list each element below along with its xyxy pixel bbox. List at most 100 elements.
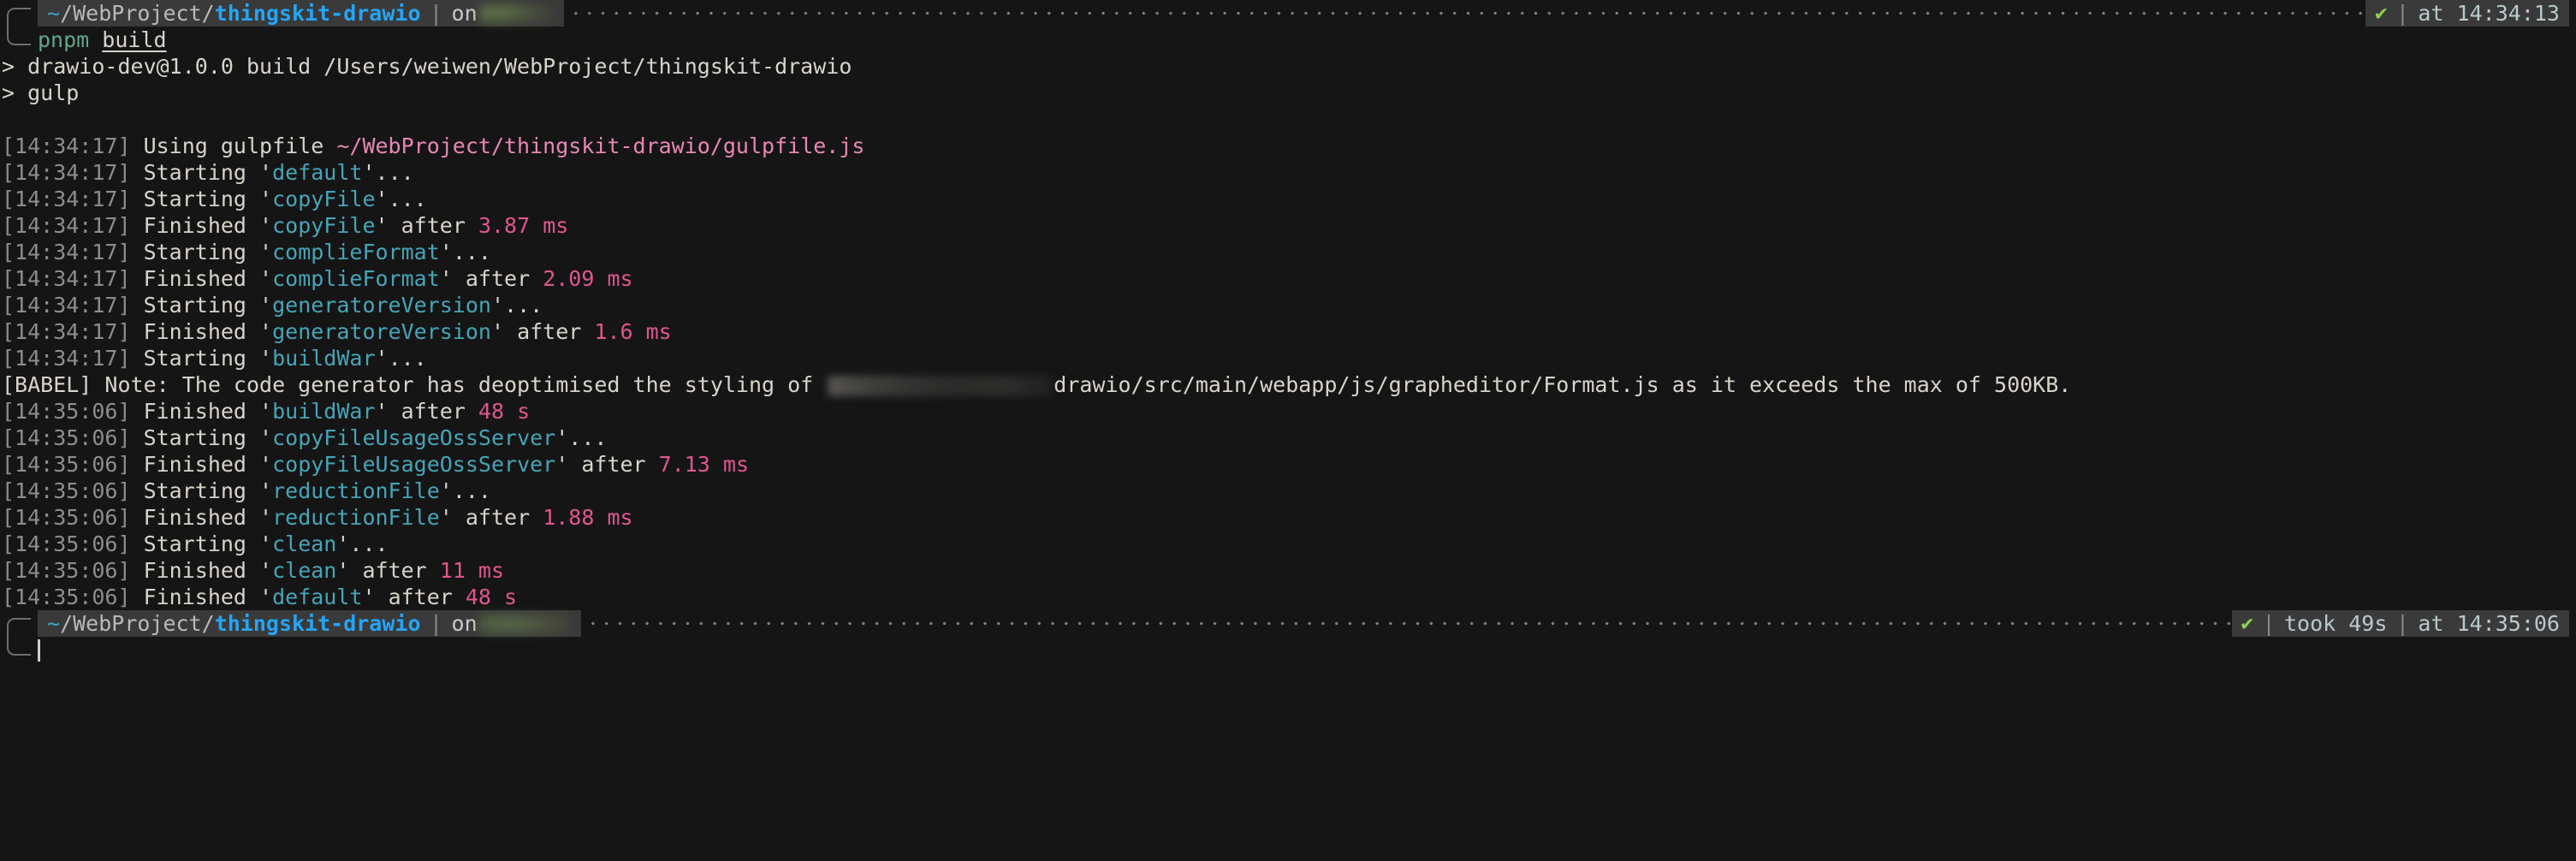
log-ellipsis: ... (388, 187, 427, 211)
prompt-path-prefix-bottom: /WebProject/ (60, 611, 215, 636)
log-after-label: after (452, 505, 543, 530)
prompt-status-group-top: ✔ | at 14:34:13 (2365, 0, 2569, 27)
quote-close: ' (336, 558, 350, 583)
prompt-on-label-bottom: on (451, 611, 478, 636)
log-label: Starting (130, 425, 260, 450)
log-timestamp: [14:34:17] (2, 266, 131, 291)
prompt-project-name-top: thingskit-drawio (214, 1, 421, 26)
gulpfile-path: ~/WebProject/thingskit-drawio/gulpfile.j… (336, 134, 865, 158)
log-ellipsis: ... (349, 531, 389, 556)
task-name: generatoreVersion (272, 293, 491, 318)
quote-close: ' (375, 399, 389, 424)
log-timestamp: [14:35:06] (2, 425, 131, 450)
git-branch-redacted-bottom (478, 612, 572, 635)
task-duration: 1.88 ms (543, 505, 633, 530)
log-ellipsis: ... (388, 346, 427, 371)
log-after-label: after (349, 558, 440, 583)
log-timestamp: [14:35:06] (2, 558, 131, 583)
log-after-label: after (568, 452, 659, 477)
quote-open: ' (259, 266, 273, 291)
quote-open: ' (259, 187, 273, 211)
quote-close: ' (375, 187, 389, 211)
prompt-status-icon-top: ✔ (2365, 0, 2397, 27)
log-timestamp: [14:35:06] (2, 531, 131, 556)
quote-open: ' (259, 425, 273, 450)
output-line: [14:34:17] Finished 'generatoreVersion' … (2, 318, 2576, 345)
task-name: generatoreVersion (272, 319, 491, 344)
prompt-status-divider-top: | (2395, 0, 2409, 27)
prompt-time-divider-bottom: | (2395, 610, 2409, 637)
output-line: [14:34:17] Using gulpfile ~/WebProject/t… (2, 133, 2576, 159)
output-line: > drawio-dev@1.0.0 build /Users/weiwen/W… (2, 53, 2576, 80)
output-line: [BABEL] Note: The code generator has deo… (2, 371, 2576, 398)
quote-close: ' (362, 585, 376, 609)
quote-close: ' (490, 293, 505, 318)
quote-open: ' (259, 293, 273, 318)
prompt-bottom-row: ~/WebProject/thingskit-drawio | on ✔ | t… (0, 610, 2576, 637)
babel-prefix: [BABEL] Note: The code generator has deo… (2, 372, 827, 397)
quote-open: ' (259, 319, 273, 344)
log-timestamp: [14:34:17] (2, 240, 131, 264)
quote-open: ' (259, 240, 273, 264)
log-after-label: after (452, 266, 543, 291)
task-name: complieFormat (272, 266, 440, 291)
quote-close: ' (439, 478, 453, 503)
log-label: Finished (130, 505, 260, 530)
log-timestamp: [14:34:17] (2, 213, 131, 238)
task-duration: 1.6 ms (594, 319, 672, 344)
prompt-time-bottom: 14:35:06 (2456, 611, 2560, 636)
log-label: Finished (130, 399, 260, 424)
prompt-at-label-bottom: at (2418, 611, 2444, 636)
task-name: reductionFile (272, 478, 440, 503)
log-label: Starting (130, 531, 260, 556)
quote-close: ' (336, 531, 350, 556)
log-label: Starting (130, 293, 260, 318)
log-label: Finished (130, 452, 260, 477)
quote-close: ' (555, 425, 569, 450)
log-after-label: after (504, 319, 595, 344)
log-label: Starting (130, 187, 260, 211)
quote-open: ' (259, 585, 273, 609)
log-ellipsis: ... (568, 425, 608, 450)
task-duration: 48 s (478, 399, 531, 424)
terminal-window: ~/WebProject/thingskit-drawio | on ✔ | a… (0, 0, 2576, 861)
prompt-time-segment-top: at 14:34:13 (2408, 0, 2569, 27)
output-line: [14:35:06] Finished 'reductionFile' afte… (2, 504, 2576, 531)
check-icon: ✔ (2374, 1, 2388, 25)
terminal-output: > drawio-dev@1.0.0 build /Users/weiwen/W… (0, 53, 2576, 610)
prompt-path-prefix-top: /WebProject/ (60, 1, 215, 26)
prompt-divider-top: | (429, 0, 443, 27)
output-line: [14:35:06] Finished 'default' after 48 s (2, 584, 2576, 610)
tilde-icon: ~ (47, 1, 61, 26)
log-label: Starting (130, 240, 260, 264)
log-label: Finished (130, 558, 260, 583)
output-line: [14:34:17] Starting 'complieFormat'... (2, 239, 2576, 265)
task-name: copyFileUsageOssServer (272, 425, 556, 450)
prompt-project-name-bottom: thingskit-drawio (214, 611, 421, 636)
check-icon-bottom: ✔ (2241, 611, 2253, 635)
prompt-at-label-top: at (2418, 1, 2444, 26)
prompt-dot-filler-bottom (580, 610, 2232, 637)
prompt-took-divider-bottom: | (2262, 610, 2276, 637)
quote-open: ' (259, 505, 273, 530)
log-timestamp: [14:34:17] (2, 134, 131, 158)
command-arg: build (102, 27, 167, 52)
log-timestamp: [14:35:06] (2, 478, 131, 503)
input-line[interactable] (0, 637, 2576, 663)
output-line: > gulp (2, 80, 2576, 106)
babel-suffix: drawio/src/main/webapp/js/grapheditor/Fo… (1054, 372, 2072, 397)
output-line: [14:35:06] Starting 'copyFileUsageOssSer… (2, 425, 2576, 451)
prompt-top-row: ~/WebProject/thingskit-drawio | on ✔ | a… (0, 0, 2576, 27)
log-ellipsis: ... (452, 478, 491, 503)
log-timestamp: [14:34:17] (2, 293, 131, 318)
task-name: reductionFile (272, 505, 440, 530)
command-name: pnpm (38, 27, 90, 52)
prompt-bottom: ~/WebProject/thingskit-drawio | on ✔ | t… (0, 610, 2576, 663)
log-timestamp: [14:34:17] (2, 187, 131, 211)
log-ellipsis: ... (452, 240, 491, 264)
command-line[interactable]: pnpm build (0, 27, 2576, 53)
log-label: Starting (130, 160, 260, 185)
prompt-time-segment-bottom: at 14:35:06 (2408, 610, 2569, 637)
task-name: default (272, 585, 363, 609)
log-after-label: after (388, 213, 478, 238)
